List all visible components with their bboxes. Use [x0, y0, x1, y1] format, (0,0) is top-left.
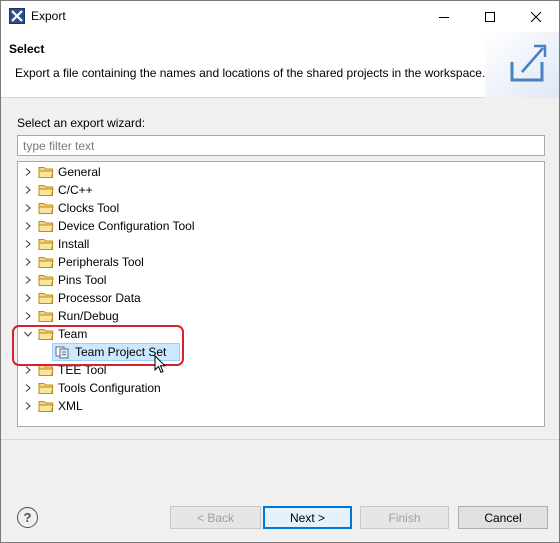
cancel-button[interactable]: Cancel [458, 506, 548, 529]
tree-item-run-debug[interactable]: Run/Debug [18, 307, 544, 325]
page-title: Select [9, 42, 45, 56]
tree-item-xml[interactable]: XML [18, 397, 544, 415]
wizard-section-label: Select an export wizard: [17, 116, 146, 130]
tree-item-label: Processor Data [58, 291, 141, 305]
chevron-right-icon[interactable] [24, 186, 32, 194]
folder-icon [38, 203, 54, 214]
maximize-icon [485, 11, 495, 22]
tree-item-tools-configuration[interactable]: Tools Configuration [18, 379, 544, 397]
chevron-right-icon[interactable] [24, 276, 32, 284]
maximize-button[interactable] [467, 1, 513, 32]
minimize-icon [439, 16, 449, 18]
tree-item-processor-data[interactable]: Processor Data [18, 289, 544, 307]
chevron-right-icon[interactable] [24, 384, 32, 392]
chevron-right-icon[interactable] [24, 168, 32, 176]
help-button[interactable]: ? [17, 507, 38, 528]
filter-input[interactable] [17, 135, 545, 156]
tree-item-label: Device Configuration Tool [58, 219, 195, 233]
chevron-right-icon[interactable] [24, 294, 32, 302]
folder-icon [38, 311, 54, 322]
folder-icon [38, 167, 54, 178]
folder-icon [38, 239, 54, 250]
chevron-right-icon[interactable] [24, 312, 32, 320]
title-bar: Export [1, 1, 559, 32]
folder-icon [38, 293, 54, 304]
back-button[interactable]: < Back [170, 506, 261, 529]
eclipse-app-icon [9, 8, 25, 24]
tree-item-label: Peripherals Tool [58, 255, 144, 269]
tree-item-label: Install [58, 237, 90, 251]
export-dialog: Export Select Export a file containing t… [0, 0, 560, 543]
chevron-right-icon[interactable] [24, 222, 32, 230]
tree-item-label: TEE Tool [58, 363, 107, 377]
chevron-down-icon[interactable] [24, 330, 32, 338]
tree-item-peripherals-tool[interactable]: Peripherals Tool [18, 253, 544, 271]
folder-icon [38, 275, 54, 286]
tree-item-label: Team [58, 327, 88, 341]
wizard-tree: General C/C++ Clocks Tool Device Configu… [17, 161, 545, 427]
minimize-button[interactable] [421, 1, 467, 32]
folder-open-icon [38, 329, 54, 340]
export-banner-icon [485, 32, 559, 98]
tree-item-device-configuration-tool[interactable]: Device Configuration Tool [18, 217, 544, 235]
chevron-right-icon[interactable] [24, 366, 32, 374]
tree-item-cpp[interactable]: C/C++ [18, 181, 544, 199]
folder-icon [38, 257, 54, 268]
folder-icon [38, 365, 54, 376]
tree-item-label: Run/Debug [58, 309, 119, 323]
tree-item-label: Team Project Set [75, 345, 167, 359]
tree-item-label: General [58, 165, 101, 179]
folder-icon [38, 221, 54, 232]
window-title: Export [31, 9, 66, 23]
close-button[interactable] [513, 1, 559, 32]
tree-item-clocks-tool[interactable]: Clocks Tool [18, 199, 544, 217]
tree-item-general[interactable]: General [18, 163, 544, 181]
tree-item-team-project-set[interactable]: Team Project Set [18, 343, 544, 361]
team-project-set-icon [55, 346, 69, 359]
folder-icon [38, 185, 54, 196]
tree-item-team[interactable]: Team [18, 325, 544, 343]
wizard-header: Select Export a file containing the name… [1, 32, 559, 98]
folder-icon [38, 401, 54, 412]
chevron-right-icon[interactable] [24, 402, 32, 410]
tree-item-label: Clocks Tool [58, 201, 120, 215]
tree-item-label: Tools Configuration [58, 381, 161, 395]
tree-item-label: C/C++ [58, 183, 93, 197]
tree-item-tee-tool[interactable]: TEE Tool [18, 361, 544, 379]
close-icon [531, 11, 541, 22]
chevron-right-icon[interactable] [24, 240, 32, 248]
tree-item-label: Pins Tool [58, 273, 107, 287]
tree-item-pins-tool[interactable]: Pins Tool [18, 271, 544, 289]
tree-item-label: XML [58, 399, 83, 413]
finish-button[interactable]: Finish [360, 506, 449, 529]
folder-icon [38, 383, 54, 394]
tree-item-install[interactable]: Install [18, 235, 544, 253]
chevron-right-icon[interactable] [24, 204, 32, 212]
chevron-right-icon[interactable] [24, 258, 32, 266]
next-button[interactable]: Next > [263, 506, 352, 529]
page-description: Export a file containing the names and l… [15, 66, 486, 80]
